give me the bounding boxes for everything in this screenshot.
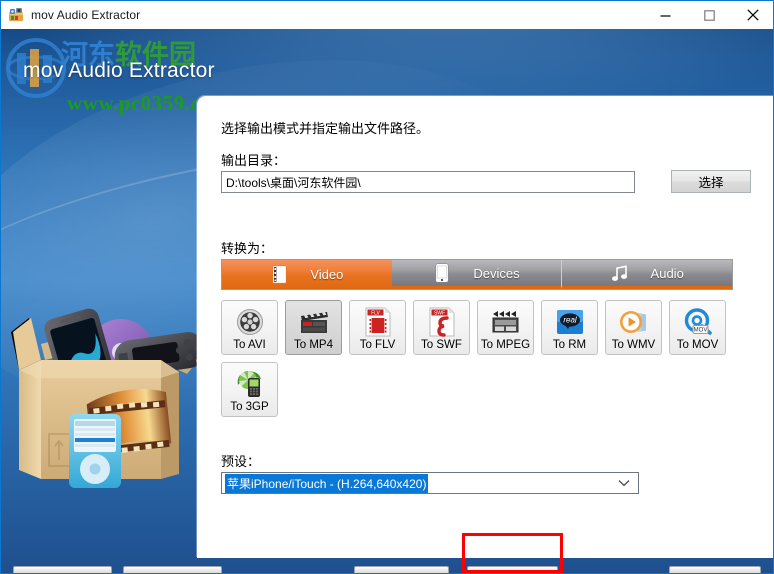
format-to-swf-label: To SWF [421,339,462,351]
format-to-mov[interactable]: MOV To MOV [669,300,726,355]
format-to-swf[interactable]: SWF To SWF [413,300,470,355]
format-to-flv-label: To FLV [359,339,396,351]
svg-text:SWF: SWF [433,310,444,316]
clapperboard-icon [286,305,341,338]
music-note-icon [611,263,629,283]
format-row-1: To AVI To MP4 FLV To FLV SWF To SWF To M… [221,300,741,355]
product-name: mov Audio Extractor [23,59,215,82]
output-category-tabs: Video Devices Audio [221,259,733,290]
tab-devices-label: Devices [473,265,520,281]
preset-selected-value: 苹果iPhone/iTouch - (H.264,640x420) [225,473,429,493]
wizard-dialog: 选择输出模式并指定输出文件路径。 输出目录： D:\tools\桌面\河东软件园… [197,96,773,558]
app-icon [8,7,24,23]
format-to-mp4-label: To MP4 [294,339,333,351]
close-button[interactable] [731,1,773,29]
minimize-button[interactable] [643,1,687,29]
tab-devices[interactable]: Devices [391,260,562,289]
format-to-wmv-label: To WMV [611,339,656,351]
dialog-instruction: 选择输出模式并指定输出文件路径。 [221,121,430,136]
output-dir-input[interactable]: D:\tools\桌面\河东软件园\ [221,171,635,193]
wmv-play-icon [606,305,661,338]
format-row-2: To 3GP [221,362,741,417]
format-to-rm-label: To RM [552,339,587,351]
swf-flash-icon: SWF [414,305,469,338]
watermark-url: www.pc0359.cn [67,91,213,115]
film-reel-icon [222,305,277,338]
convert-button-highlight [462,533,563,573]
output-dir-row: D:\tools\桌面\河东软件园\ 选择 [221,170,751,193]
svg-text:MOV: MOV [693,327,707,333]
tab-video-label: Video [310,267,344,282]
window-controls [643,1,773,29]
app-backdrop: 河东软件园 mov Audio Extractor www.pc0359.cn [1,29,773,573]
browse-button[interactable]: 选择 [671,170,751,193]
back-button[interactable]: 返回 [354,566,449,573]
svg-text:FLV: FLV [371,310,380,316]
tab-video[interactable]: Video [222,260,392,289]
help-button[interactable]: 帮助 [13,566,112,573]
footer-bar: 帮助 日志 返回 转换 取消 [1,558,773,573]
convert-to-label: 转换为： [221,241,274,256]
film-strip-icon [270,265,288,285]
maximize-button[interactable] [687,1,731,29]
flv-file-icon: FLV [350,305,405,338]
format-to-flv[interactable]: FLV To FLV [349,300,406,355]
3gp-phone-icon [222,367,277,400]
application-window: mov Audio Extractor 河东软件园 mov Audio Extr… [0,0,774,574]
preset-label: 预设： [221,454,261,469]
cancel-button[interactable]: 取消 [669,566,761,573]
output-dir-label: 输出目录： [221,153,287,168]
format-to-3gp[interactable]: To 3GP [221,362,278,417]
preset-select[interactable]: 苹果iPhone/iTouch - (H.264,640x420) [221,472,639,494]
product-illustration [11,274,208,489]
mov-quicktime-icon: MOV [670,305,725,338]
log-button[interactable]: 日志 [123,566,222,573]
format-to-wmv[interactable]: To WMV [605,300,662,355]
format-to-mov-label: To MOV [676,339,719,351]
format-button-grid: To AVI To MP4 FLV To FLV SWF To SWF To M… [221,300,741,424]
format-to-mpeg[interactable]: To MPEG [477,300,534,355]
format-to-3gp-label: To 3GP [230,401,269,413]
phone-icon [433,263,451,283]
title-bar: mov Audio Extractor [1,1,773,29]
real-media-icon: real [542,305,597,338]
mpeg-clapper-icon [478,305,533,338]
format-to-avi[interactable]: To AVI [221,300,278,355]
tab-audio-label: Audio [650,265,684,281]
format-to-avi-label: To AVI [233,339,266,351]
svg-text:real: real [563,315,577,324]
chevron-down-icon [618,474,630,492]
format-to-mp4[interactable]: To MP4 [285,300,342,355]
window-title: mov Audio Extractor [31,8,141,22]
format-to-rm[interactable]: real To RM [541,300,598,355]
tab-audio[interactable]: Audio [561,260,733,289]
format-to-mpeg-label: To MPEG [480,339,531,351]
